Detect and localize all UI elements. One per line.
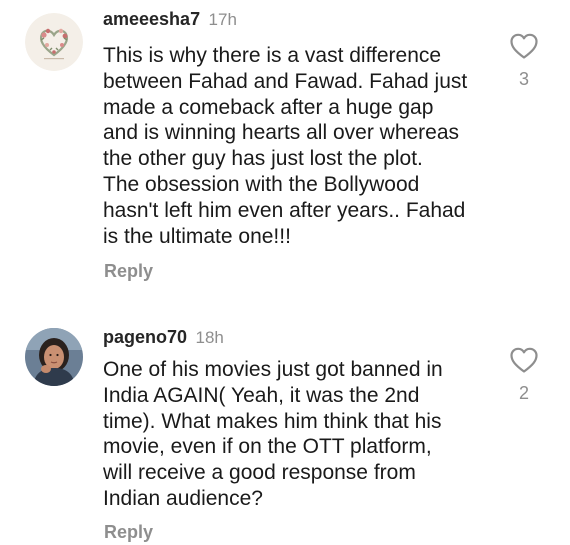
comment-timestamp: 18h [195, 328, 224, 347]
comment-username[interactable]: pageno70 [103, 327, 187, 347]
avatar[interactable] [25, 13, 83, 71]
comment-timestamp: 17h [208, 10, 237, 29]
like-count: 2 [518, 383, 529, 403]
floral-heart-avatar-icon [25, 13, 83, 71]
person-photo-avatar-icon [25, 328, 83, 386]
comment-text: One of his movies just got banned in Ind… [103, 358, 443, 510]
heart-outline-icon [510, 33, 538, 59]
comment-meta: pageno70 18h [103, 326, 224, 348]
comment-text: This is why there is a vast difference b… [103, 44, 468, 248]
like-button[interactable] [509, 346, 539, 374]
like-count: 3 [518, 69, 529, 89]
reply-button[interactable]: Reply [104, 261, 153, 282]
comment-meta: ameeesha7 17h [103, 8, 237, 30]
comment-username[interactable]: ameeesha7 [103, 9, 200, 29]
heart-outline-icon [510, 347, 538, 373]
avatar[interactable] [25, 328, 83, 386]
comment-item: ameeesha7 17h This is why there is a vas… [0, 0, 570, 300]
like-button[interactable] [509, 32, 539, 60]
reply-button[interactable]: Reply [104, 522, 153, 543]
comment-item: pageno70 18h One of his movies just got … [0, 318, 570, 545]
